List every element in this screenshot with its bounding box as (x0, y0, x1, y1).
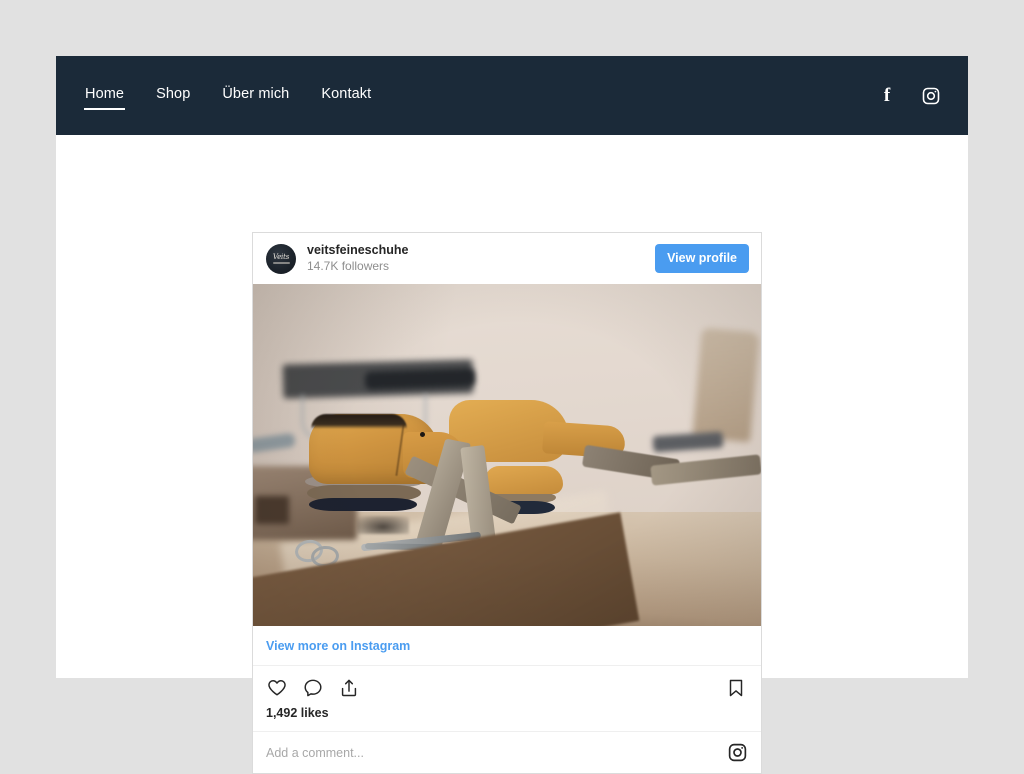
account-followers: 14.7K followers (307, 259, 390, 273)
photo-shoe-last-eyelet (420, 432, 425, 437)
instagram-embed-card: Veits veitsfeineschuhe 14.7K followers V… (252, 232, 762, 774)
avatar-logo-underline (272, 261, 290, 264)
nav-links: Home Shop Über mich Kontakt (84, 82, 372, 110)
photo-shoe-last-scorched-edge (311, 414, 407, 429)
likes-count: 1,492 likes (266, 706, 329, 720)
nav-social-links: f (876, 85, 942, 107)
post-actions-left (265, 676, 361, 700)
embed-header: Veits veitsfeineschuhe 14.7K followers V… (253, 233, 761, 284)
avatar[interactable]: Veits (266, 243, 296, 274)
instagram-icon[interactable] (726, 742, 748, 764)
instagram-icon[interactable] (920, 85, 942, 107)
view-profile-button[interactable]: View profile (655, 244, 749, 273)
nav-item-kontakt[interactable]: Kontakt (320, 82, 372, 110)
comment-icon[interactable] (301, 676, 325, 700)
comment-input[interactable] (266, 745, 726, 760)
photo-shoe-last-middle (485, 466, 563, 494)
post-photo[interactable] (253, 284, 761, 626)
post-actions-row (253, 666, 761, 702)
account-username[interactable]: veitsfeineschuhe (307, 243, 408, 258)
main-navigation-bar: Home Shop Über mich Kontakt f (56, 56, 968, 135)
view-more-on-instagram-link[interactable]: View more on Instagram (266, 639, 410, 653)
photo-background-chair (692, 327, 760, 443)
account-identity: veitsfeineschuhe 14.7K followers (307, 243, 408, 274)
bookmark-icon[interactable] (724, 676, 748, 700)
share-icon[interactable] (337, 676, 361, 700)
nav-item-shop[interactable]: Shop (155, 82, 191, 110)
comment-row (253, 731, 761, 773)
view-more-row: View more on Instagram (253, 626, 761, 666)
nav-item-home[interactable]: Home (84, 82, 126, 110)
photo-background-box-opening (255, 496, 289, 524)
site-content-frame: Home Shop Über mich Kontakt f Veits veit… (56, 56, 968, 774)
nav-item-ueber-mich[interactable]: Über mich (221, 82, 290, 110)
photo-leather-shavings (357, 516, 409, 534)
avatar-logo-text: Veits (272, 252, 290, 261)
facebook-icon[interactable]: f (876, 85, 898, 107)
like-icon[interactable] (265, 676, 289, 700)
photo-background-rack-bar (364, 368, 476, 390)
main-content-area: Veits veitsfeineschuhe 14.7K followers V… (56, 135, 968, 774)
facebook-glyph: f (883, 85, 891, 106)
